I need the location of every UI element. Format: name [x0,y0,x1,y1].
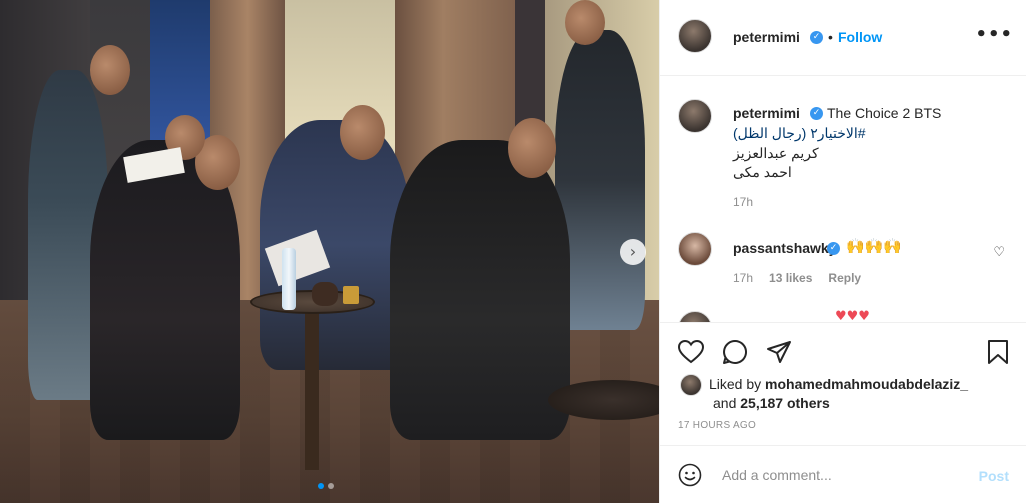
photo-bottle [282,248,296,310]
caption-title: The Choice 2 BTS [827,105,942,121]
caption-line: كريم عبدالعزيز [733,145,819,161]
emoji-icon[interactable] [678,463,702,487]
likes-prefix: Liked by [709,376,766,392]
reply-button[interactable]: Reply [828,271,861,285]
photo-head [90,45,130,95]
avatar[interactable] [678,311,712,322]
comment-text: 🙌🙌🙌 [846,238,903,255]
avatar[interactable] [678,99,712,133]
photo-head [508,118,556,178]
follow-button[interactable]: Follow [838,29,882,45]
post-timestamp[interactable]: 17 HOURS AGO [678,420,756,431]
photo-head [340,105,385,160]
heart-icon[interactable] [676,337,706,367]
photo-head [565,0,605,45]
avatar[interactable] [678,232,712,266]
post-sidebar: petermimi ✓ • Follow ••• petermimi ✓ The… [659,0,1026,503]
photo-table-leg [305,310,319,470]
post-actions: Liked by mohamedmahmoudabdelaziz_ and 25… [660,322,1026,442]
avatar[interactable] [680,374,702,396]
caption-username[interactable]: petermimi [733,105,800,121]
like-comment-heart-icon[interactable]: ♡ [993,245,1005,260]
photo-teapot [312,282,338,306]
carousel-dot-active [318,483,324,489]
photo-person [390,140,570,440]
comment-username[interactable]: passantshawky [733,240,837,256]
comment-text: ♥♥♥ [835,309,870,322]
post-button[interactable]: Post [979,468,1009,484]
verified-icon: ✓ [810,107,823,120]
comments-list[interactable]: petermimi ✓ The Choice 2 BTS #الاختيار٢ … [660,77,1026,322]
avatar[interactable] [678,19,712,53]
likes-line: and 25,187 others [713,395,830,411]
post-photo[interactable]: › [0,0,659,503]
add-comment-bar: Post [660,445,1026,503]
verified-icon: ✓ [810,31,823,44]
post-header: petermimi ✓ • Follow ••• [660,0,1026,76]
comment-time: 17h [733,271,754,285]
carousel-dots [318,483,334,489]
more-icon[interactable]: ••• [975,24,1013,45]
verified-icon: ✓ [827,242,840,255]
comment-input[interactable] [722,458,962,492]
next-arrow-icon[interactable]: › [620,239,646,265]
comment-meta: 17h 13 likes Reply [733,271,861,285]
photo-cup [343,286,359,304]
likes-line: Liked by mohamedmahmoudabdelaziz_ [709,376,968,392]
likes-and: and [713,395,741,411]
header-username[interactable]: petermimi [733,29,800,45]
carousel-dot [328,483,334,489]
comment-likes[interactable]: 13 likes [769,271,812,285]
share-icon[interactable] [764,337,794,367]
bookmark-icon[interactable] [983,337,1013,367]
caption-line: احمد مكى [733,164,792,180]
comment-icon[interactable] [720,337,750,367]
header-separator: • [828,29,833,45]
likes-count-button[interactable]: 25,187 others [740,395,830,411]
caption-hashtag[interactable]: #الاختيار٢ (رجال الظل) [733,125,866,142]
caption-time: 17h [733,195,754,209]
liker-username[interactable]: mohamedmahmoudabdelaziz_ [765,376,968,392]
